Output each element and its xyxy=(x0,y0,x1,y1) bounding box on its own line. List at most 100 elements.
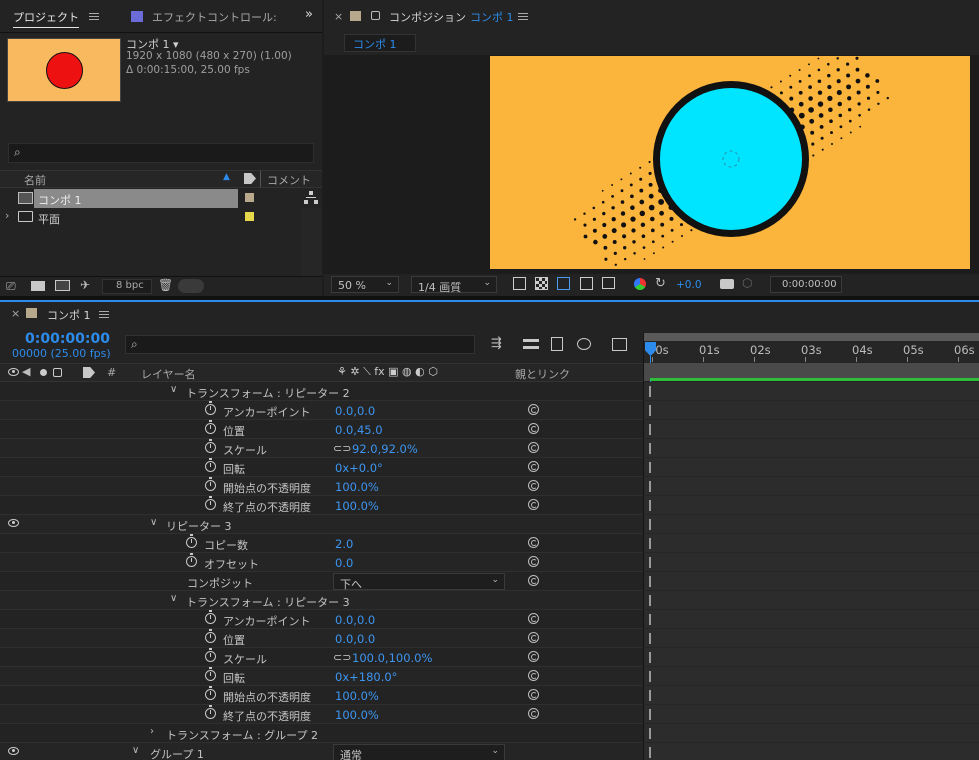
timeline-track[interactable] xyxy=(644,420,979,439)
property-row[interactable]: 回転 0x+0.0° xyxy=(0,458,643,477)
property-value[interactable]: 0x+180.0° xyxy=(335,670,397,684)
video-eye-icon[interactable] xyxy=(8,368,19,376)
comp-flowchart-icon[interactable]: ⇶ xyxy=(491,336,502,351)
switches-icons[interactable]: ⚘ ✲ ⟍ fx ▣ ◍ ◐ ⬡ xyxy=(337,365,438,379)
timeline-track[interactable] xyxy=(644,591,979,610)
disclosure-chevron-icon[interactable]: ∨ xyxy=(170,593,177,604)
expression-pickwhip-icon[interactable] xyxy=(528,461,539,472)
property-row[interactable]: 位置 0.0,0.0 xyxy=(0,629,643,648)
property-value[interactable]: 2.0 xyxy=(335,537,353,551)
timeline-track[interactable] xyxy=(644,477,979,496)
stopwatch-icon[interactable] xyxy=(205,686,216,700)
project-tab[interactable]: プロジェクト xyxy=(13,9,79,28)
property-value[interactable]: 100.0% xyxy=(335,499,379,513)
toggle-switch[interactable] xyxy=(178,279,204,293)
expression-pickwhip-icon[interactable] xyxy=(528,670,539,681)
timeline-track[interactable] xyxy=(644,724,979,743)
disclosure-chevron-icon[interactable]: ∨ xyxy=(170,384,177,395)
expression-pickwhip-icon[interactable] xyxy=(528,442,539,453)
comp-panel-menu-icon[interactable] xyxy=(518,13,528,20)
property-row[interactable]: ∨ グループ 1 通常 ⌄ xyxy=(0,743,643,760)
timeline-track[interactable] xyxy=(644,686,979,705)
expand-arrow-icon[interactable]: › xyxy=(5,209,9,222)
comp-canvas[interactable] xyxy=(490,56,970,269)
stopwatch-icon[interactable] xyxy=(186,553,197,567)
expand-panels-icon[interactable]: » xyxy=(305,7,313,22)
property-row[interactable]: アンカーポイント 0.0,0.0 xyxy=(0,401,643,420)
expression-pickwhip-icon[interactable] xyxy=(528,423,539,434)
property-row[interactable]: 開始点の不透明度 100.0% xyxy=(0,477,643,496)
blend-mode-dropdown[interactable]: 通常 ⌄ xyxy=(333,744,505,760)
stopwatch-icon[interactable] xyxy=(205,629,216,643)
new-folder-icon[interactable] xyxy=(31,281,45,291)
region-of-interest-icon[interactable] xyxy=(580,277,593,290)
stopwatch-icon[interactable] xyxy=(205,420,216,434)
stopwatch-icon[interactable] xyxy=(205,648,216,662)
stopwatch-icon[interactable] xyxy=(205,458,216,472)
timeline-close-icon[interactable]: × xyxy=(11,307,20,320)
expression-pickwhip-icon[interactable] xyxy=(528,556,539,567)
expression-pickwhip-icon[interactable] xyxy=(528,613,539,624)
timeline-track[interactable] xyxy=(644,382,979,401)
timeline-track[interactable] xyxy=(644,553,979,572)
property-value[interactable]: 100.0% xyxy=(335,480,379,494)
property-value[interactable]: 0x+0.0° xyxy=(335,461,383,475)
expression-pickwhip-icon[interactable] xyxy=(528,651,539,662)
expression-pickwhip-icon[interactable] xyxy=(528,404,539,415)
property-row[interactable]: コピー数 2.0 xyxy=(0,534,643,553)
stopwatch-icon[interactable] xyxy=(205,667,216,681)
col-parent-link[interactable]: 親とリンク xyxy=(515,366,570,382)
property-row[interactable]: 終了点の不透明度 100.0% xyxy=(0,496,643,515)
property-row[interactable]: ∨ トランスフォーム : リピーター 3 xyxy=(0,591,643,610)
timeline-track[interactable] xyxy=(644,515,979,534)
property-value[interactable]: 0.0,45.0 xyxy=(335,423,383,437)
timeline-track[interactable] xyxy=(644,458,979,477)
video-eye-icon[interactable] xyxy=(8,747,19,755)
frame-blending-icon[interactable] xyxy=(551,337,563,351)
timeline-track[interactable] xyxy=(644,534,979,553)
stopwatch-icon[interactable] xyxy=(205,610,216,624)
expression-pickwhip-icon[interactable] xyxy=(528,575,539,586)
camera-snapshot-icon[interactable] xyxy=(720,279,734,289)
draft-3d-icon[interactable] xyxy=(523,339,539,349)
work-area-bar[interactable] xyxy=(644,333,979,341)
grid-guides-icon[interactable] xyxy=(602,277,615,289)
effects-tab[interactable]: エフェクトコントロール: xyxy=(152,9,282,25)
project-search-input[interactable] xyxy=(8,143,314,163)
property-row[interactable]: 終了点の不透明度 100.0% xyxy=(0,705,643,724)
exposure-value[interactable]: +0.0 xyxy=(676,279,702,291)
stopwatch-icon[interactable] xyxy=(205,439,216,453)
expression-pickwhip-icon[interactable] xyxy=(528,689,539,700)
graph-editor-icon[interactable] xyxy=(612,338,627,351)
composite-dropdown[interactable]: 下へ ⌄ xyxy=(333,573,505,591)
channel-rgb-icon[interactable] xyxy=(634,278,646,290)
col-layer-name[interactable]: レイヤー名 xyxy=(141,366,196,382)
sort-asc-icon[interactable]: ▲ xyxy=(223,172,230,182)
new-comp-icon[interactable] xyxy=(55,280,70,291)
col-name[interactable]: 名前 xyxy=(24,172,46,188)
property-value[interactable]: 0.0 xyxy=(335,556,353,570)
timeline-menu-icon[interactable] xyxy=(99,311,109,318)
stopwatch-icon[interactable] xyxy=(186,534,197,548)
stopwatch-icon[interactable] xyxy=(205,401,216,415)
stopwatch-icon[interactable] xyxy=(205,477,216,491)
stopwatch-icon[interactable] xyxy=(205,496,216,510)
timeline-tab[interactable]: コンポ 1 xyxy=(47,307,91,323)
current-timecode[interactable]: 0:00:00:00 xyxy=(25,331,110,347)
property-row[interactable]: 位置 0.0,45.0 xyxy=(0,420,643,439)
timeline-track[interactable] xyxy=(644,610,979,629)
property-row[interactable]: コンポジット 下へ ⌄ xyxy=(0,572,643,591)
property-value[interactable]: 100.0,100.0% xyxy=(352,651,432,665)
property-value[interactable]: 100.0% xyxy=(335,708,379,722)
lock-icon[interactable] xyxy=(371,11,380,20)
property-row[interactable]: スケール ⊂⊃ 100.0,100.0% xyxy=(0,648,643,667)
constrain-proportions-icon[interactable]: ⊂⊃ xyxy=(333,651,351,664)
property-row[interactable]: スケール ⊂⊃ 92.0,92.0% xyxy=(0,439,643,458)
constrain-proportions-icon[interactable]: ⊂⊃ xyxy=(333,442,351,455)
property-row[interactable]: ∨ リピーター 3 xyxy=(0,515,643,534)
timeline-track[interactable] xyxy=(644,705,979,724)
timeline-track[interactable] xyxy=(644,743,979,760)
timeline-track[interactable] xyxy=(644,401,979,420)
quality-dropdown[interactable]: 1/4 画質 ⌄ xyxy=(411,276,497,294)
timeline-track[interactable] xyxy=(644,496,979,515)
